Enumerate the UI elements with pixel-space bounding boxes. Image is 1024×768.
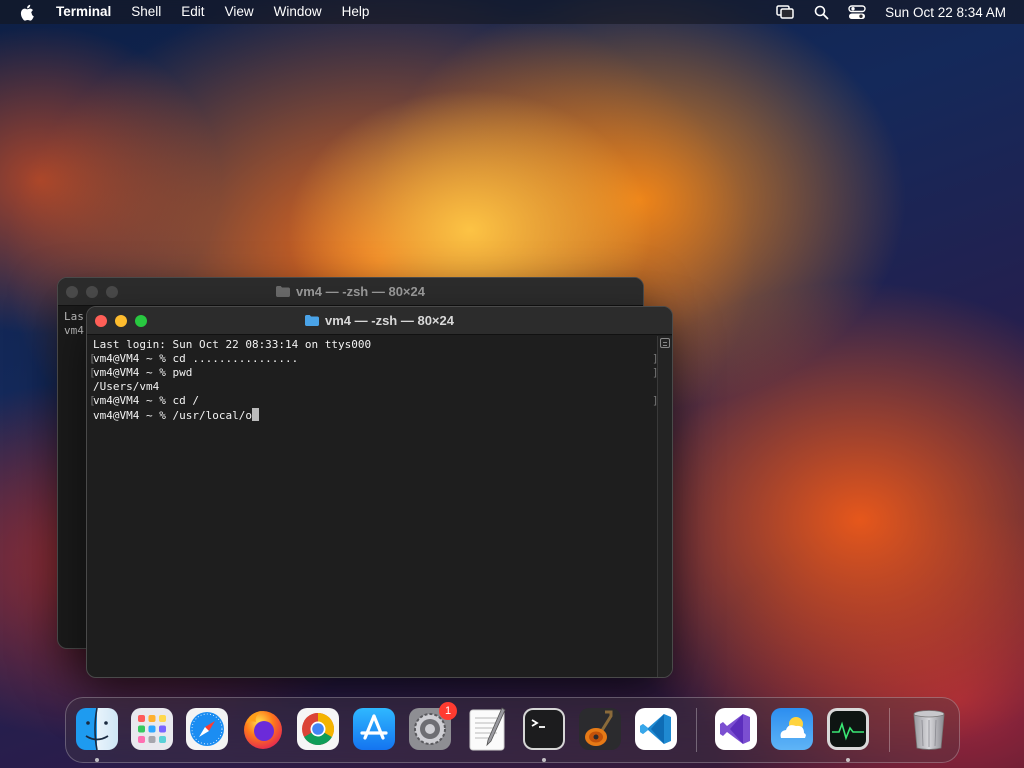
terminal-scrollbar[interactable] xyxy=(657,336,672,677)
terminal-output[interactable]: Last login: Sun Oct 22 08:33:14 on ttys0… xyxy=(87,336,659,677)
zoom-button[interactable] xyxy=(135,315,147,327)
firefox-icon xyxy=(244,711,282,749)
zoom-button-inactive[interactable] xyxy=(106,286,118,298)
dock-finder[interactable] xyxy=(74,706,120,762)
visual-studio-icon xyxy=(715,708,757,750)
finder-icon xyxy=(76,707,118,751)
running-indicator xyxy=(95,758,99,762)
apple-menu-icon[interactable] xyxy=(16,2,36,22)
weather-icon xyxy=(771,708,813,750)
dock-system-settings[interactable]: 1 xyxy=(407,702,457,752)
terminal-line: [vm4@VM4 ~ % cd /] xyxy=(89,394,659,407)
screen-mirroring-icon[interactable] xyxy=(774,3,796,21)
menu-window[interactable]: Window xyxy=(264,0,332,24)
terminal-line: /Users/vm4 xyxy=(93,380,160,393)
activity-monitor-icon xyxy=(827,708,869,750)
dock: 1 xyxy=(65,697,960,763)
dock-separator xyxy=(696,708,697,752)
menubar-clock[interactable]: Sun Oct 22 8:34 AM xyxy=(885,5,1006,20)
terminal-icon xyxy=(523,708,565,750)
terminal-line: [vm4@VM4 ~ % pwd] xyxy=(89,366,659,379)
terminal-window-active[interactable]: vm4 — -zsh — 80×24 Last login: Sun Oct 2… xyxy=(86,306,673,678)
dock-garageband[interactable] xyxy=(577,706,623,752)
dock-trash[interactable] xyxy=(906,706,952,752)
notification-badge: 1 xyxy=(439,702,457,720)
folder-icon xyxy=(276,286,290,297)
running-indicator xyxy=(846,758,850,762)
app-store-icon xyxy=(353,708,395,750)
window-title: vm4 — -zsh — 80×24 xyxy=(305,313,454,328)
dock-textedit[interactable] xyxy=(464,706,510,752)
spotlight-search-icon[interactable] xyxy=(810,3,832,21)
dock-weather[interactable] xyxy=(769,706,815,752)
window-titlebar[interactable]: vm4 — -zsh — 80×24 xyxy=(87,307,672,335)
dock-vscode[interactable] xyxy=(633,706,679,752)
textedit-icon xyxy=(469,707,506,751)
garageband-icon xyxy=(579,708,621,750)
terminal-input-line[interactable]: vm4@VM4 ~ % /usr/local/o xyxy=(93,408,651,422)
text-cursor xyxy=(251,408,259,421)
menu-view[interactable]: View xyxy=(215,0,264,24)
menu-shell[interactable]: Shell xyxy=(121,0,171,24)
vscode-icon xyxy=(635,708,677,750)
dock-activity-monitor[interactable] xyxy=(825,706,871,762)
chrome-icon xyxy=(297,708,339,750)
dock-app-store[interactable] xyxy=(351,706,397,752)
dock-chrome[interactable] xyxy=(295,706,341,752)
minimize-button[interactable] xyxy=(115,315,127,327)
window-titlebar[interactable]: vm4 — -zsh — 80×24 xyxy=(58,278,643,306)
terminal-line: [vm4@VM4 ~ % cd ................] xyxy=(89,352,659,365)
close-button[interactable] xyxy=(95,315,107,327)
dock-firefox[interactable] xyxy=(240,706,286,752)
control-center-icon[interactable] xyxy=(846,3,868,21)
folder-icon xyxy=(305,315,319,326)
dock-visual-studio[interactable] xyxy=(713,706,759,752)
menu-edit[interactable]: Edit xyxy=(171,0,214,24)
close-button-inactive[interactable] xyxy=(66,286,78,298)
menu-bar: Terminal Shell Edit View Window Help Sun… xyxy=(0,0,1024,24)
trash-icon xyxy=(913,710,945,750)
dock-terminal[interactable] xyxy=(521,706,567,762)
menu-app-terminal[interactable]: Terminal xyxy=(46,0,121,24)
scroll-split-icon[interactable] xyxy=(660,338,670,348)
minimize-button-inactive[interactable] xyxy=(86,286,98,298)
terminal-line: Last login: Sun Oct 22 08:33:14 on ttys0… xyxy=(93,338,372,351)
dock-launchpad[interactable] xyxy=(129,706,175,752)
running-indicator xyxy=(542,758,546,762)
menu-help[interactable]: Help xyxy=(332,0,380,24)
launchpad-icon xyxy=(131,708,173,750)
dock-separator xyxy=(889,708,890,752)
window-title: vm4 — -zsh — 80×24 xyxy=(276,284,425,299)
dock-safari[interactable] xyxy=(184,706,230,752)
safari-icon xyxy=(186,708,228,750)
